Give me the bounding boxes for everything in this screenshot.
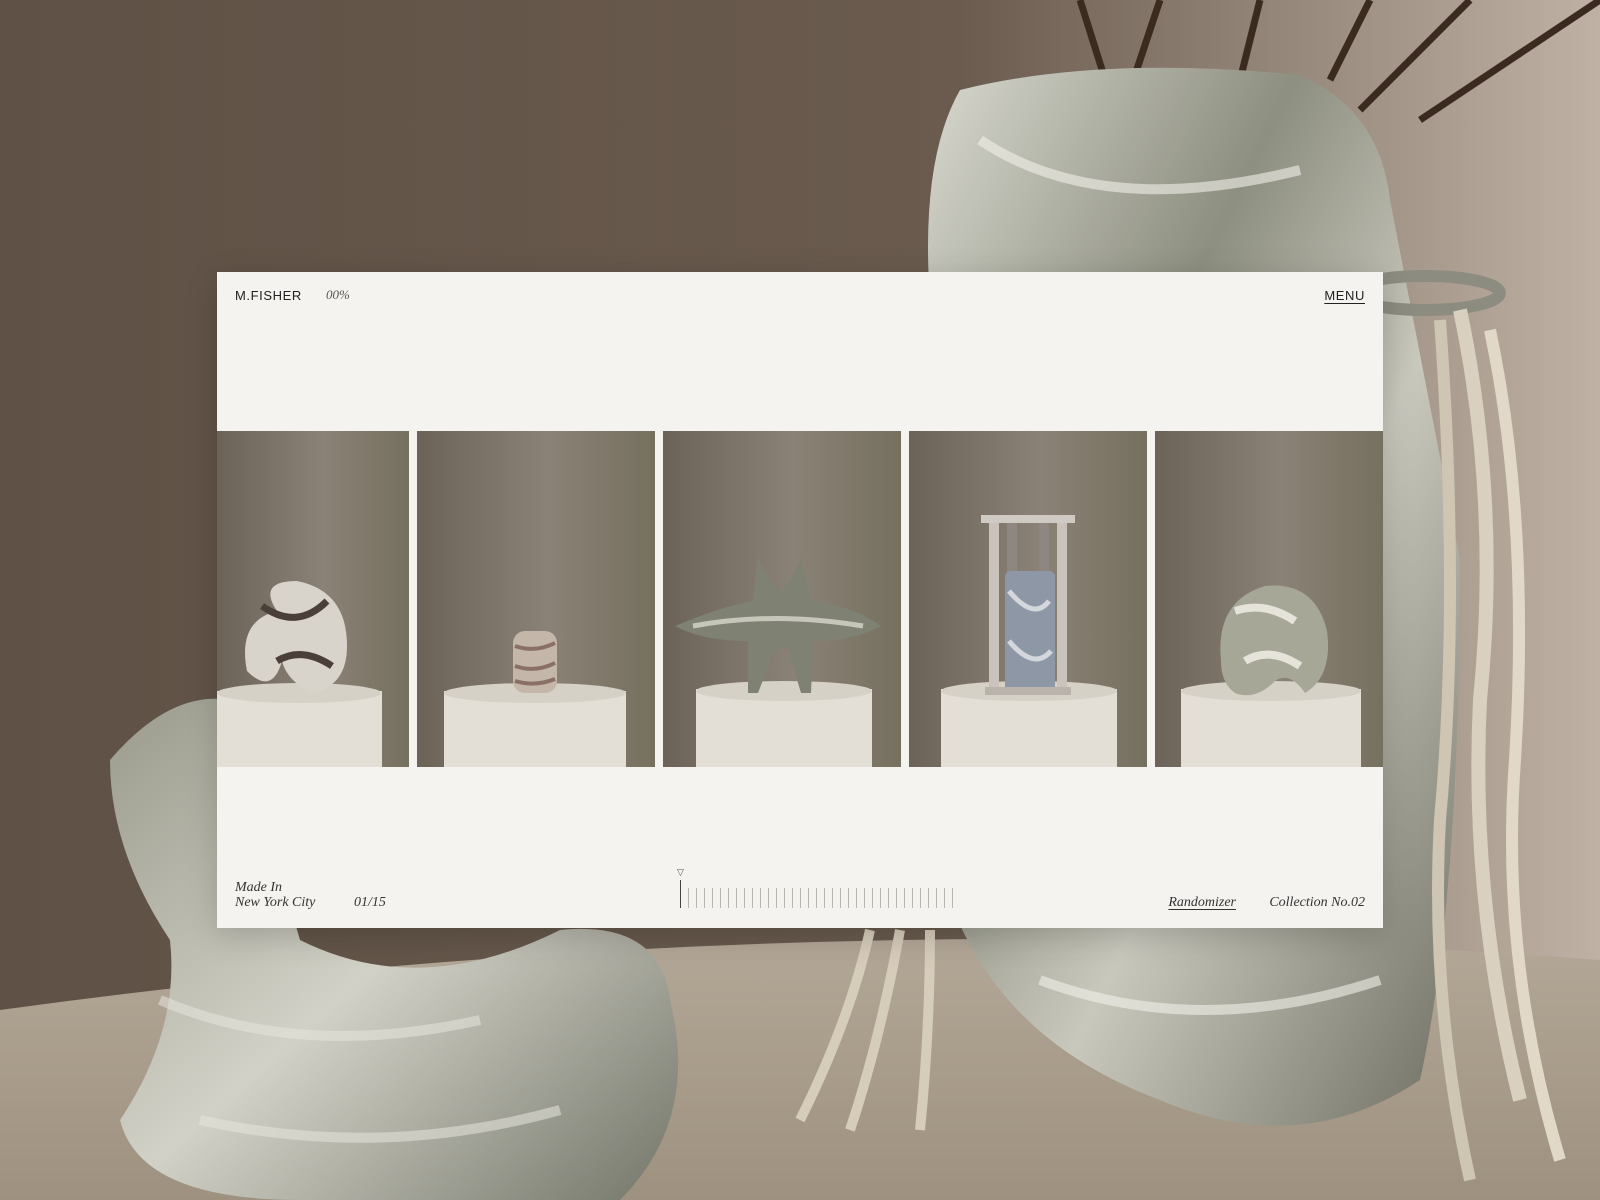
scrubber-tick[interactable] bbox=[848, 888, 849, 908]
winged-sculpture-image bbox=[675, 556, 881, 767]
scrubber-tick[interactable] bbox=[944, 888, 945, 908]
scrubber-tick[interactable] bbox=[744, 888, 745, 908]
curled-sculpture-image bbox=[1181, 585, 1361, 767]
scrubber-tick[interactable] bbox=[696, 888, 697, 908]
gallery-item-cylinder-sculpture[interactable] bbox=[417, 431, 655, 767]
scrubber-tick[interactable] bbox=[792, 888, 793, 908]
scrubber-tick[interactable] bbox=[736, 888, 737, 908]
scrubber-tick[interactable] bbox=[912, 888, 913, 908]
scrubber-tick[interactable] bbox=[728, 888, 729, 908]
scrubber-tick[interactable] bbox=[768, 888, 769, 908]
cylinder-sculpture-image bbox=[444, 631, 626, 767]
scrubber-ticks bbox=[680, 880, 953, 908]
scrubber-tick[interactable] bbox=[952, 888, 953, 908]
made-in-line2: New York City bbox=[235, 895, 316, 910]
scrubber-tick[interactable] bbox=[920, 888, 921, 908]
made-in-line1: Made In bbox=[235, 880, 283, 895]
collection-label: Collection No.02 bbox=[1269, 895, 1365, 910]
slide-counter: 01/15 bbox=[354, 895, 386, 910]
made-in-label: Made In New York City bbox=[235, 880, 315, 910]
gallery bbox=[217, 431, 1383, 767]
scrubber-tick[interactable] bbox=[784, 888, 785, 908]
scrubber-tick[interactable] bbox=[776, 888, 777, 908]
gallery-item-twisted-sculpture[interactable] bbox=[217, 431, 409, 767]
gallery-item-winged-sculpture[interactable] bbox=[663, 431, 901, 767]
scrubber-tick[interactable] bbox=[680, 880, 681, 908]
scrubber-tick[interactable] bbox=[704, 888, 705, 908]
scrubber-tick[interactable] bbox=[864, 888, 865, 908]
scrubber-tick[interactable] bbox=[808, 888, 809, 908]
scrubber-tick[interactable] bbox=[840, 888, 841, 908]
scrubber-tick[interactable] bbox=[800, 888, 801, 908]
scrubber-tick[interactable] bbox=[856, 888, 857, 908]
scrubber-tick[interactable] bbox=[816, 888, 817, 908]
scrubber-tick[interactable] bbox=[872, 888, 873, 908]
scrubber-tick[interactable] bbox=[880, 888, 881, 908]
scrubber-tick[interactable] bbox=[904, 888, 905, 908]
scrubber-marker-icon: ▽ bbox=[677, 867, 684, 877]
timeline-scrubber[interactable]: ▽ bbox=[677, 867, 953, 908]
twisted-sculpture-image bbox=[217, 581, 382, 767]
scrubber-tick[interactable] bbox=[712, 888, 713, 908]
column-sculpture-image bbox=[941, 515, 1117, 767]
scrubber-tick[interactable] bbox=[688, 888, 689, 908]
loading-percent: 00% bbox=[326, 287, 350, 302]
scrubber-tick[interactable] bbox=[936, 888, 937, 908]
gallery-item-column-sculpture[interactable] bbox=[909, 431, 1147, 767]
gallery-item-curled-sculpture[interactable] bbox=[1155, 431, 1383, 767]
scrubber-tick[interactable] bbox=[720, 888, 721, 908]
scrubber-tick[interactable] bbox=[832, 888, 833, 908]
brand-logo[interactable]: M.FISHER bbox=[235, 288, 302, 303]
menu-button[interactable]: MENU bbox=[1324, 288, 1365, 303]
scrubber-tick[interactable] bbox=[928, 888, 929, 908]
scrubber-tick[interactable] bbox=[752, 888, 753, 908]
scrubber-tick[interactable] bbox=[760, 888, 761, 908]
scrubber-tick[interactable] bbox=[896, 888, 897, 908]
site-window: M.FISHER 00% MENU Made In New York City … bbox=[217, 272, 1383, 928]
randomizer-link[interactable]: Randomizer bbox=[1168, 895, 1236, 911]
scrubber-tick[interactable] bbox=[824, 888, 825, 908]
scrubber-tick[interactable] bbox=[888, 888, 889, 908]
